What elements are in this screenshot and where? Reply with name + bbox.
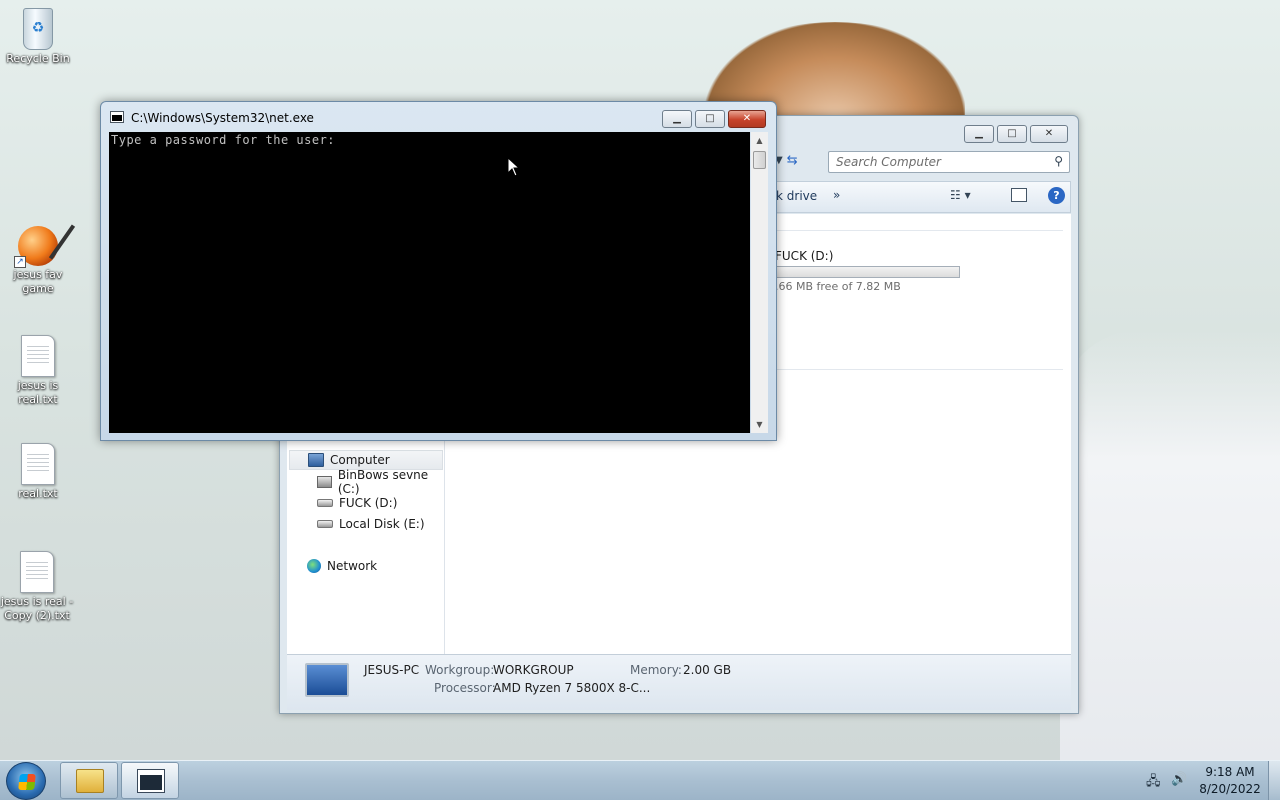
- window-title: C:\Windows\System32\net.exe: [131, 111, 314, 125]
- removable-drive-icon: [317, 499, 333, 507]
- preview-pane-icon[interactable]: [1011, 188, 1027, 202]
- maximize-button[interactable]: □: [997, 125, 1027, 143]
- desktop-icon-jesus-is-real-txt[interactable]: jesus is real.txt: [1, 335, 75, 407]
- console-window-controls: ▁ □ ✕: [662, 110, 766, 128]
- change-view-icon[interactable]: ☷ ▾: [950, 188, 971, 202]
- console-output-area[interactable]: Type a password for the user:: [109, 132, 750, 433]
- workgroup-value: WORKGROUP: [493, 663, 574, 677]
- more-commands-button[interactable]: »: [833, 188, 840, 202]
- search-input[interactable]: Search Computer ⚲: [828, 151, 1070, 173]
- close-button[interactable]: ✕: [728, 110, 766, 128]
- recycle-bin-icon: [23, 8, 53, 50]
- show-desktop-button[interactable]: [1268, 761, 1280, 800]
- local-disk-icon: [317, 520, 333, 528]
- close-button[interactable]: ✕: [1030, 125, 1068, 143]
- nav-item-label: Local Disk (E:): [339, 517, 425, 531]
- network-icon: [307, 559, 321, 573]
- nav-item-computer[interactable]: Computer: [289, 450, 443, 470]
- memory-label: Memory:: [630, 663, 682, 677]
- map-network-drive-button[interactable]: k drive: [776, 189, 817, 203]
- search-placeholder: Search Computer: [836, 155, 941, 169]
- computer-name: JESUS-PC: [364, 663, 420, 677]
- minimize-button[interactable]: ▁: [964, 125, 994, 143]
- desktop-icon-label: jesus fav game: [13, 268, 63, 295]
- system-clock[interactable]: 9:18 AM 8/20/2022: [1196, 764, 1264, 798]
- scroll-up-icon[interactable]: ▲: [751, 132, 768, 149]
- system-drive-icon: [317, 476, 332, 488]
- desktop-icon-jesus-is-real-copy-2[interactable]: jesus is real - Copy (2).txt: [0, 551, 74, 623]
- desktop-icon-label: Recycle Bin: [6, 52, 70, 65]
- desktop-icon-real-txt[interactable]: real.txt: [1, 443, 75, 501]
- taskbar-console-button[interactable]: [121, 762, 179, 799]
- nav-item-label: FUCK (D:): [339, 496, 398, 510]
- processor-label: Processor:: [434, 681, 496, 695]
- mouse-pointer-icon: [507, 156, 521, 180]
- maximize-button[interactable]: □: [695, 110, 725, 128]
- nav-item-drive-c[interactable]: BinBows sevne (C:): [317, 468, 444, 496]
- console-icon: [110, 111, 124, 123]
- console-window[interactable]: C:\Windows\System32\net.exe ▁ □ ✕ Type a…: [100, 101, 777, 441]
- clock-time: 9:18 AM: [1205, 765, 1255, 779]
- explorer-window-controls: ▁ □ ✕: [964, 125, 1068, 143]
- folder-icon: [76, 769, 104, 793]
- shortcut-arrow-icon: ↗: [14, 256, 26, 268]
- console-prompt-text: Type a password for the user:: [111, 133, 336, 147]
- nav-item-label: Network: [327, 559, 378, 573]
- drive-name: FUCK (D:): [775, 249, 834, 263]
- wallpaper-person-shirt: [1060, 330, 1280, 760]
- network-tray-icon[interactable]: 🖧: [1146, 772, 1161, 794]
- processor-value: AMD Ryzen 7 5800X 8-C...: [493, 681, 651, 695]
- nav-item-label: Computer: [330, 453, 390, 467]
- memory-value: 2.00 GB: [683, 663, 732, 677]
- paint-game-icon: ↗: [14, 226, 58, 268]
- minimize-button[interactable]: ▁: [662, 110, 692, 128]
- details-pane: JESUS-PC Workgroup: WORKGROUP Memory: 2.…: [287, 654, 1071, 710]
- computer-icon: [308, 453, 324, 467]
- drive-usage-bar: [775, 266, 960, 278]
- desktop-icon-label: jesus is real.txt: [17, 379, 59, 406]
- scroll-thumb[interactable]: [753, 151, 766, 169]
- help-icon[interactable]: ?: [1048, 187, 1065, 204]
- nav-item-drive-d[interactable]: FUCK (D:): [317, 493, 397, 513]
- computer-monitor-icon: [305, 663, 349, 697]
- desktop-icon-jesus-fav-game[interactable]: ↗ jesus fav game: [1, 226, 75, 296]
- nav-item-label: BinBows sevne (C:): [337, 468, 429, 496]
- drive-free-space: .66 MB free of 7.82 MB: [775, 280, 901, 293]
- desktop-icon-label: real.txt: [18, 487, 58, 500]
- volume-tray-icon[interactable]: 🔊: [1171, 772, 1187, 787]
- text-file-icon: [20, 551, 54, 593]
- clock-date: 8/20/2022: [1199, 782, 1261, 796]
- console-icon: [137, 769, 165, 793]
- taskbar: [0, 760, 1280, 800]
- nav-item-network[interactable]: Network: [307, 556, 377, 576]
- text-file-icon: [21, 443, 55, 485]
- drive-tile-d[interactable]: FUCK (D:) .66 MB free of 7.82 MB: [775, 249, 960, 293]
- vertical-scrollbar[interactable]: ▲ ▼: [751, 132, 768, 433]
- workgroup-label: Workgroup:: [425, 663, 495, 677]
- nav-item-drive-e[interactable]: Local Disk (E:): [317, 514, 425, 534]
- text-file-icon: [21, 335, 55, 377]
- refresh-icon[interactable]: ⇆: [787, 151, 798, 173]
- scroll-down-icon[interactable]: ▼: [751, 416, 768, 433]
- search-icon[interactable]: ⚲: [1054, 154, 1063, 168]
- start-button[interactable]: [6, 762, 46, 800]
- taskbar-explorer-button[interactable]: [60, 762, 118, 799]
- address-bar-controls: ▼ ⇆: [775, 151, 815, 173]
- desktop-icon-label: jesus is real - Copy (2).txt: [0, 595, 74, 622]
- desktop-icon-recycle-bin[interactable]: Recycle Bin: [1, 8, 75, 66]
